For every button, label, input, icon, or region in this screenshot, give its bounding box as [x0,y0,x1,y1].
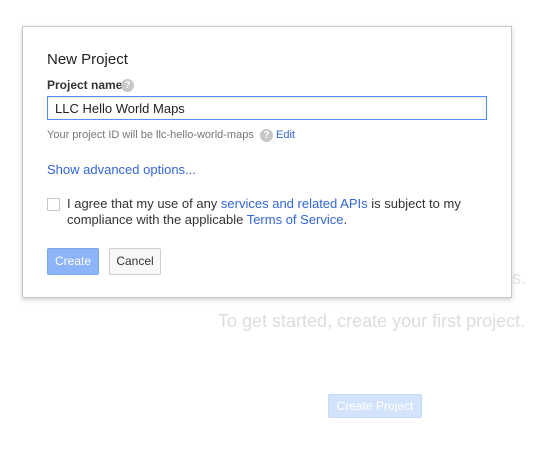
show-advanced-options-link[interactable]: Show advanced options... [47,162,196,177]
background-subtitle: To get started, create your first projec… [218,311,526,331]
project-id-help-icon[interactable]: ? [260,129,273,142]
terms-agreement-checkbox[interactable] [47,198,60,211]
create-button[interactable]: Create [47,248,99,275]
project-name-label: Project name [47,78,123,92]
new-project-dialog: New Project Project name ? Your project … [22,26,512,298]
services-apis-link[interactable]: services and related APIs [221,196,368,211]
cancel-button[interactable]: Cancel [109,248,161,275]
terms-of-service-link[interactable]: Terms of Service [247,212,344,227]
project-id-text: Your project ID will be llc-hello-world-… [47,129,254,141]
agreement-text-before: I agree that my use of any [67,196,221,211]
background-partial-text: s. [512,268,527,288]
project-name-help-icon[interactable]: ? [121,79,134,92]
agreement-text-after: . [343,212,348,227]
dialog-title: New Project [47,51,128,68]
background-create-project-button: Create Project [328,394,422,418]
project-name-input[interactable] [47,96,487,120]
terms-agreement-text: I agree that my use of any services and … [67,196,487,228]
edit-project-id-link[interactable]: Edit [276,129,295,141]
